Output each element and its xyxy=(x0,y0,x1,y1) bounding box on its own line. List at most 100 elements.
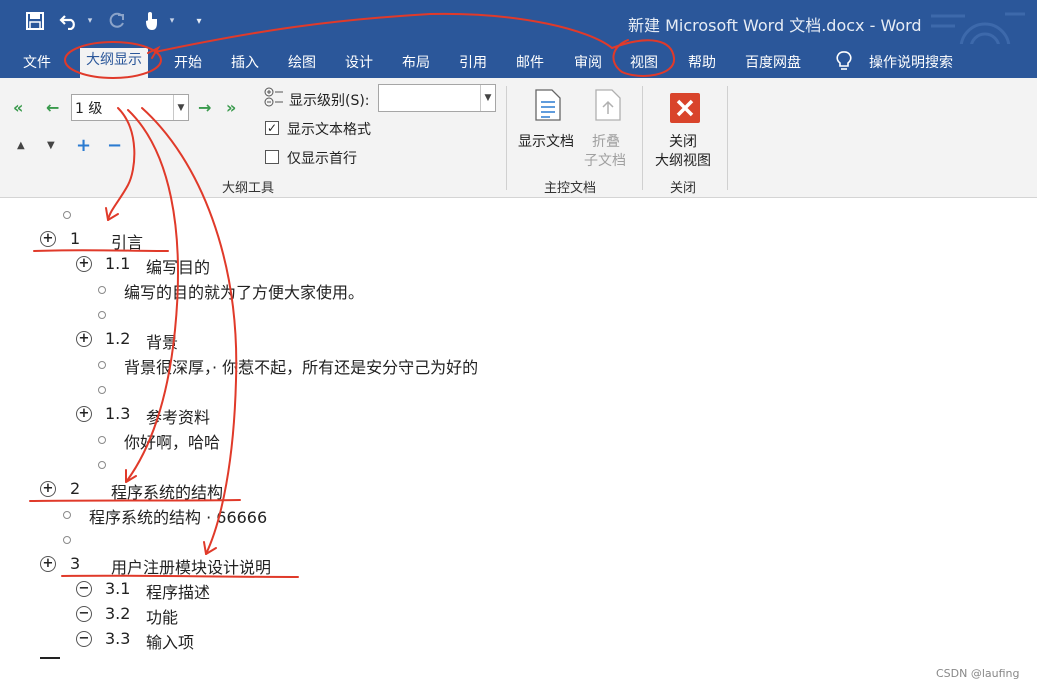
heading-text[interactable]: 背景 xyxy=(146,329,178,353)
heading-number: 3.2 xyxy=(105,604,131,623)
demote-icon[interactable]: → xyxy=(198,98,211,117)
show-text-format-checkbox[interactable]: ✓ xyxy=(265,121,279,135)
group-separator xyxy=(727,86,728,190)
body-text-bullet[interactable] xyxy=(98,386,106,394)
tab-mailings[interactable]: 邮件 xyxy=(516,52,544,72)
move-up-icon[interactable]: ▲ xyxy=(17,140,25,151)
tab-design[interactable]: 设计 xyxy=(345,52,373,72)
text-cursor xyxy=(40,657,60,659)
chevron-down-icon[interactable]: ▼ xyxy=(480,85,495,111)
customize-icon[interactable]: ▾ xyxy=(192,8,206,34)
body-text-bullet[interactable] xyxy=(63,211,71,219)
outline-level-combo[interactable]: 1 级 ▼ xyxy=(71,94,189,121)
show-document-icon[interactable] xyxy=(534,88,562,122)
expand-heading-icon[interactable]: + xyxy=(40,556,56,572)
body-text-bullet[interactable] xyxy=(63,511,71,519)
outline-tools-group-label: 大纲工具 xyxy=(222,181,275,196)
heading-text[interactable]: 用户注册模块设计说明 xyxy=(111,554,271,578)
show-first-line-checkbox[interactable] xyxy=(265,150,279,164)
touch-dropdown-icon[interactable]: ▾ xyxy=(166,8,178,34)
close-group-label: 关闭 xyxy=(670,181,697,196)
undo-dropdown-icon[interactable]: ▾ xyxy=(84,8,96,34)
expand-heading-icon[interactable]: + xyxy=(76,256,92,272)
body-text-line[interactable]: 编写的目的就为了方便大家使用。 xyxy=(124,279,364,303)
tab-view[interactable]: 视图 xyxy=(630,52,658,72)
show-document-button[interactable]: 显示文档 xyxy=(518,131,574,151)
tab-file[interactable]: 文件 xyxy=(23,52,51,72)
heading-text[interactable]: 功能 xyxy=(146,604,178,628)
expand-icon[interactable]: + xyxy=(76,135,91,156)
body-text-bullet[interactable] xyxy=(98,286,106,294)
body-text-bullet[interactable] xyxy=(98,461,106,469)
heading-text[interactable]: 引言 xyxy=(111,229,143,253)
show-text-format-label: 显示文本格式 xyxy=(287,122,371,138)
close-outline-line2[interactable]: 大纲视图 xyxy=(655,150,711,170)
expand-heading-icon[interactable]: + xyxy=(76,331,92,347)
collapse-subdocuments-line1: 折叠 xyxy=(592,134,620,150)
show-first-line-label: 仅显示首行 xyxy=(287,151,357,167)
heading-text[interactable]: 编写目的 xyxy=(146,254,210,278)
undo-icon[interactable] xyxy=(58,8,80,34)
heading-number: 1.2 xyxy=(105,329,131,348)
show-level-label: 显示级别(S): xyxy=(289,93,370,109)
body-text-bullet[interactable] xyxy=(98,436,106,444)
heading-number: 3.1 xyxy=(105,579,131,598)
title-bar: ▾ ▾ ▾ 新建 Microsoft Word 文档.docx - Word xyxy=(0,0,1037,74)
tab-home[interactable]: 开始 xyxy=(174,52,202,72)
body-text-line[interactable]: 程序系统的结构 · 66666 xyxy=(89,504,267,528)
no-subtext-heading-icon[interactable]: − xyxy=(76,606,92,622)
expand-heading-icon[interactable]: + xyxy=(40,481,56,497)
body-text-line[interactable]: 背景很深厚，· 你惹不起，所有还是安分守己为好的 xyxy=(124,354,478,378)
outline-level-value: 1 级 xyxy=(75,101,103,117)
promote-to-heading1-icon[interactable]: « xyxy=(13,98,23,117)
heading-number: 2 xyxy=(70,479,81,498)
tab-review[interactable]: 审阅 xyxy=(574,52,602,72)
expand-heading-icon[interactable]: + xyxy=(40,231,56,247)
heading-number: 3 xyxy=(70,554,81,573)
no-subtext-heading-icon[interactable]: − xyxy=(76,581,92,597)
body-text-bullet[interactable] xyxy=(98,311,106,319)
show-level-combo[interactable]: ▼ xyxy=(378,84,496,112)
ribbon-tab-bar: 文件 大纲显示 开始 插入 绘图 设计 布局 引用 邮件 审阅 视图 帮助 百度… xyxy=(0,44,1037,78)
tab-baidu-netdisk[interactable]: 百度网盘 xyxy=(745,52,801,72)
collapse-subdocuments-icon[interactable] xyxy=(594,88,622,122)
demote-to-body-icon[interactable]: » xyxy=(226,98,236,117)
close-outline-line1[interactable]: 关闭 xyxy=(669,131,697,151)
tab-draw[interactable]: 绘图 xyxy=(288,52,316,72)
move-down-icon[interactable]: ▼ xyxy=(47,140,55,151)
group-separator xyxy=(506,86,507,190)
chevron-down-icon[interactable]: ▼ xyxy=(173,95,188,120)
tell-me-search[interactable]: 操作说明搜索 xyxy=(869,52,953,72)
collapse-icon[interactable]: − xyxy=(107,135,122,156)
heading-text[interactable]: 程序描述 xyxy=(146,579,210,603)
window-title: 新建 Microsoft Word 文档.docx - Word xyxy=(628,16,922,35)
collapse-subdocuments-line2: 子文档 xyxy=(584,153,626,169)
tab-references[interactable]: 引用 xyxy=(459,52,487,72)
heading-number: 1.1 xyxy=(105,254,131,273)
tab-layout[interactable]: 布局 xyxy=(402,52,430,72)
touch-mode-icon[interactable] xyxy=(140,8,162,34)
body-text-bullet[interactable] xyxy=(98,361,106,369)
heading-number: 1.3 xyxy=(105,404,131,423)
heading-text[interactable]: 参考资料 xyxy=(146,404,210,428)
tab-insert[interactable]: 插入 xyxy=(231,52,259,72)
heading-text[interactable]: 程序系统的结构 xyxy=(111,479,223,503)
promote-icon[interactable]: ← xyxy=(46,98,59,117)
master-document-group-label: 主控文档 xyxy=(544,181,597,196)
tab-outline[interactable]: 大纲显示 xyxy=(80,48,148,78)
lightbulb-icon xyxy=(836,51,852,70)
group-separator xyxy=(642,86,643,190)
body-text-bullet[interactable] xyxy=(63,536,71,544)
expand-heading-icon[interactable]: + xyxy=(76,406,92,422)
save-icon[interactable] xyxy=(24,8,46,34)
body-text-line[interactable]: 你好啊，哈哈 xyxy=(124,429,220,453)
redo-icon[interactable] xyxy=(106,8,128,34)
heading-text[interactable]: 输入项 xyxy=(146,629,194,653)
close-icon[interactable] xyxy=(670,93,700,123)
no-subtext-heading-icon[interactable]: − xyxy=(76,631,92,647)
tab-help[interactable]: 帮助 xyxy=(688,52,716,72)
heading-number: 1 xyxy=(70,229,81,248)
heading-number: 3.3 xyxy=(105,629,131,648)
watermark: CSDN @laufing xyxy=(936,667,1020,680)
show-level-icon xyxy=(264,87,283,107)
